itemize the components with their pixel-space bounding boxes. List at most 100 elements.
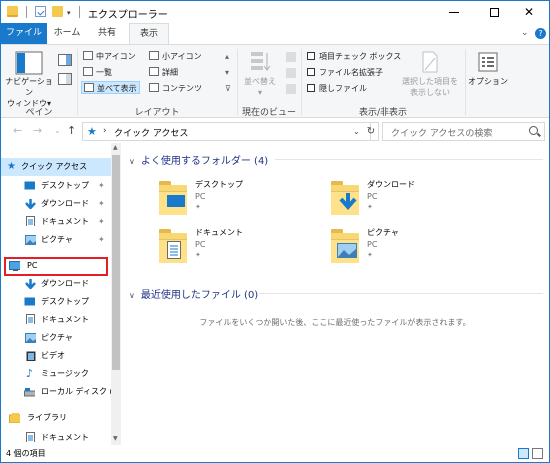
navigation-pane-icon[interactable] <box>15 51 43 75</box>
preview-pane-icon[interactable] <box>58 54 72 66</box>
tab-home[interactable]: ホーム <box>47 23 87 44</box>
file-extension-toggle[interactable]: ファイル名拡張子 <box>307 66 383 79</box>
nav-item-desktop[interactable]: デスクトップ <box>1 293 111 311</box>
group-by-icon[interactable] <box>285 51 297 63</box>
folder-tile-documents[interactable]: ドキュメント PC ✦ <box>159 225 309 267</box>
folder-name: ドキュメント <box>195 228 243 237</box>
scroll-up-icon[interactable]: ▲ <box>113 144 118 151</box>
pin-icon[interactable]: ✦ <box>98 177 105 195</box>
customize-toolbar-icon[interactable]: ▾ <box>67 9 71 17</box>
pin-icon[interactable]: ✦ <box>98 195 105 213</box>
nav-item-quick-access[interactable]: ★ クイック アクセス <box>1 158 111 176</box>
desktop-icon <box>24 181 35 190</box>
nav-item-music[interactable]: ♪ ミュージック <box>1 365 111 383</box>
nav-item-local-disk[interactable]: ローカル ディスク (C <box>1 383 118 401</box>
new-folder-icon[interactable] <box>52 6 63 17</box>
details-pane-icon[interactable] <box>58 73 72 85</box>
details-icon <box>149 67 159 76</box>
maximize-button[interactable] <box>474 1 514 23</box>
group-label-layout: レイアウト <box>134 108 180 118</box>
scrollbar-thumb[interactable] <box>112 155 120 370</box>
quick-access-separator <box>26 6 27 18</box>
nav-item-documents-pinned[interactable]: ドキュメント ✦ <box>1 213 111 231</box>
details-view-icon[interactable] <box>518 448 529 459</box>
frequent-folders-title: よく使用するフォルダー (4) <box>140 156 269 167</box>
folder-location: PC <box>367 240 378 249</box>
up-arrow-icon[interactable]: ↑ <box>67 124 76 137</box>
hide-selected-icon[interactable] <box>419 50 441 74</box>
properties-icon[interactable] <box>35 6 46 17</box>
minimize-button[interactable] <box>434 1 474 23</box>
layout-scroll-up-icon[interactable]: ▴ <box>225 50 229 63</box>
nav-item-documents[interactable]: ドキュメント <box>1 311 111 329</box>
forward-arrow-icon[interactable]: → <box>33 124 42 137</box>
layout-list-label: 一覧 <box>96 68 112 77</box>
help-icon[interactable]: ? <box>535 28 546 39</box>
layout-more-icon[interactable]: ⊽ <box>225 82 231 95</box>
hide-selected-label-2: 表示しない <box>410 88 450 97</box>
breadcrumb-chevron-icon[interactable]: › <box>103 126 107 136</box>
maximize-icon <box>489 8 499 17</box>
layout-details[interactable]: 詳細 <box>149 66 178 79</box>
fit-columns-icon[interactable] <box>285 83 297 95</box>
scroll-down-icon[interactable]: ▼ <box>113 435 118 442</box>
nav-item-downloads[interactable]: ダウンロード <box>1 275 111 293</box>
add-column-icon[interactable] <box>285 67 297 79</box>
nav-item-videos[interactable]: ビデオ <box>1 347 111 365</box>
collapse-chevron-icon[interactable]: ∨ <box>129 157 135 166</box>
nav-item-pictures[interactable]: ピクチャ <box>1 329 111 347</box>
large-icons-view-icon[interactable] <box>532 448 543 459</box>
folder-location: PC <box>367 192 378 201</box>
library-icon <box>9 413 20 423</box>
layout-scroll-down-icon[interactable]: ▾ <box>225 66 229 79</box>
nav-item-libraries[interactable]: ライブラリ <box>1 409 111 427</box>
picture-icon <box>25 333 36 343</box>
ribbon-view: ナビゲーション ウィンドウ▾ ペイン 中アイコン 小アイコン 一覧 詳細 並べて… <box>1 44 549 118</box>
nav-item-desktop-pinned[interactable]: デスクトップ ✦ <box>1 177 111 195</box>
layout-content[interactable]: コンテンツ <box>149 82 202 95</box>
desktop-folder-icon <box>167 195 185 207</box>
folder-tile-desktop[interactable]: デスクトップ PC ✦ <box>159 177 309 219</box>
hide-selected-button[interactable]: 選択した項目を 表示しない <box>399 76 461 98</box>
back-arrow-icon[interactable]: ← <box>13 124 22 137</box>
tab-view[interactable]: 表示 <box>129 23 169 45</box>
picture-icon <box>25 235 36 245</box>
recent-locations-icon[interactable]: ⌄ <box>54 126 61 135</box>
layout-small-icons[interactable]: 小アイコン <box>149 50 202 63</box>
document-folder-icon <box>167 241 181 259</box>
item-count: 4 個の項目 <box>6 449 46 458</box>
layout-tiles[interactable]: 並べて表示 <box>81 81 140 94</box>
pin-icon[interactable]: ✦ <box>98 213 105 231</box>
folder-icon[interactable] <box>7 6 18 17</box>
refresh-button[interactable]: ↻ <box>364 122 379 141</box>
ribbon-expand-icon[interactable]: ⌄ <box>521 28 529 38</box>
close-button[interactable]: ✕ <box>509 1 549 23</box>
breadcrumb[interactable]: クイック アクセス <box>114 126 188 139</box>
recent-files-header[interactable]: ∨ 最近使用したファイル (0) <box>129 286 258 301</box>
nav-item-label: ライブラリ <box>27 413 67 422</box>
layout-medium-icons[interactable]: 中アイコン <box>83 50 136 63</box>
nav-item-library-documents[interactable]: ドキュメント <box>1 429 111 445</box>
nav-item-label: ドキュメント <box>41 217 89 226</box>
address-bar[interactable]: ★ › クイック アクセス ⌄ <box>82 122 371 141</box>
pin-icon[interactable]: ✦ <box>98 231 105 249</box>
item-checkbox-toggle[interactable]: 項目チェック ボックス <box>307 50 401 63</box>
address-dropdown-icon[interactable]: ⌄ <box>353 127 360 136</box>
nav-item-downloads-pinned[interactable]: ダウンロード ✦ <box>1 195 111 213</box>
options-button[interactable]: オプション <box>467 76 509 87</box>
sort-icon[interactable] <box>249 50 271 74</box>
navigation-pane: ★ クイック アクセス デスクトップ ✦ ダウンロード ✦ ドキュメント ✦ ピ… <box>1 143 121 445</box>
tab-share[interactable]: 共有 <box>87 23 127 44</box>
frequent-folders-header[interactable]: ∨ よく使用するフォルダー (4) <box>129 152 269 167</box>
navigation-scrollbar[interactable]: ▲ ▼ <box>111 143 121 445</box>
sort-button[interactable]: 並べ替え ▾ <box>237 76 283 98</box>
layout-list[interactable]: 一覧 <box>83 66 112 79</box>
folder-tile-downloads[interactable]: ダウンロード PC ✦ <box>331 177 481 219</box>
folder-tile-pictures[interactable]: ピクチャ PC ✦ <box>331 225 481 267</box>
nav-item-pictures-pinned[interactable]: ピクチャ ✦ <box>1 231 111 249</box>
options-icon[interactable] <box>477 51 499 73</box>
search-input[interactable]: クイック アクセスの検索 <box>382 122 545 141</box>
collapse-chevron-icon[interactable]: ∨ <box>129 291 135 300</box>
tab-file[interactable]: ファイル <box>1 23 47 44</box>
hidden-files-toggle[interactable]: 隠しファイル <box>307 82 367 95</box>
